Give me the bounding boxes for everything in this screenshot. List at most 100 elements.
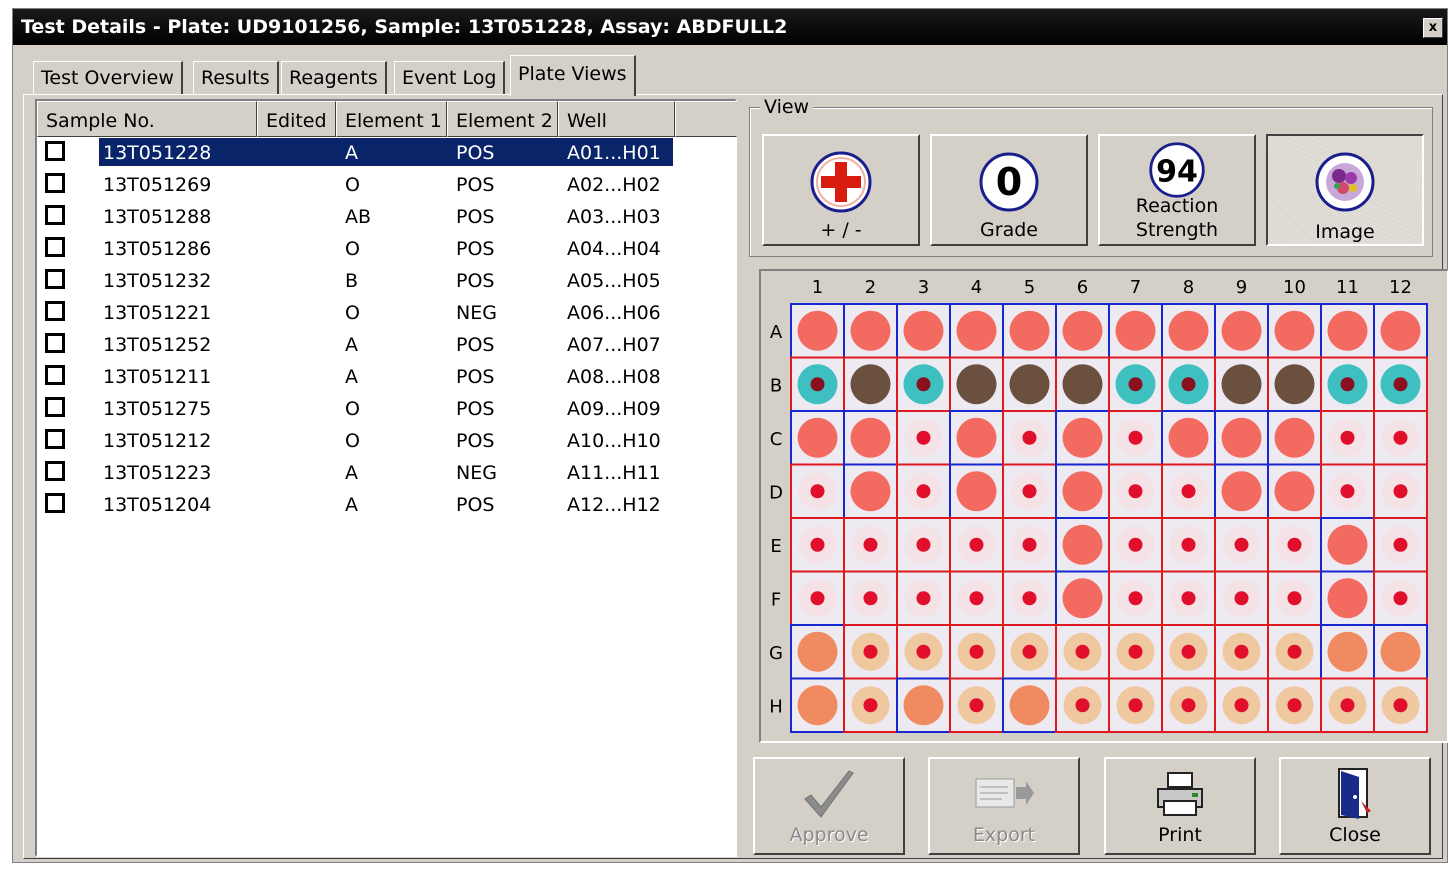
plate-well[interactable] [1267,624,1322,680]
sample-list[interactable]: Sample No. Edited Element 1 Element 2 We… [35,99,737,857]
plate-well[interactable] [1373,677,1428,733]
plate-well[interactable] [1161,463,1216,519]
plate-well[interactable] [1214,570,1269,626]
list-item[interactable]: 13T051223 A NEG A11...H11 [37,457,737,489]
plate-well[interactable] [1267,517,1322,573]
plate-well[interactable] [1267,463,1322,519]
row-checkbox[interactable] [45,365,65,385]
plate-well[interactable] [1161,677,1216,733]
plate-well[interactable] [1214,517,1269,573]
column-header-edited[interactable]: Edited [257,101,336,137]
plate-well[interactable] [1002,303,1057,359]
plate-well[interactable] [1055,624,1110,680]
tab-reagents[interactable]: Reagents [281,61,387,94]
list-item[interactable]: 13T051204 A POS A12...H12 [37,489,737,521]
column-header-element-1[interactable]: Element 1 [336,101,447,137]
plate-well[interactable] [1161,570,1216,626]
list-item[interactable]: 13T051228 A POS A01...H01 [37,137,737,169]
plate-well[interactable] [1161,624,1216,680]
plate-well[interactable] [1055,303,1110,359]
plate-well[interactable] [1108,356,1163,412]
plate-well[interactable] [1161,517,1216,573]
plate-well[interactable] [1320,356,1375,412]
plate-well[interactable] [1320,303,1375,359]
plate-well[interactable] [1002,677,1057,733]
plate-well[interactable] [949,517,1004,573]
plate-well[interactable] [1055,570,1110,626]
plate-well[interactable] [1002,624,1057,680]
plate-well[interactable] [1214,303,1269,359]
grade-view-button[interactable]: 0 Grade [930,134,1088,246]
plate-well[interactable] [1055,463,1110,519]
approve-button[interactable]: Approve [753,757,905,855]
plate-well[interactable] [1108,303,1163,359]
plate-well[interactable] [896,356,951,412]
plate-well[interactable] [1161,303,1216,359]
plate-well[interactable] [949,410,1004,466]
column-header-well[interactable]: Well [558,101,675,137]
plate-well[interactable] [1002,463,1057,519]
list-item[interactable]: 13T051211 A POS A08...H08 [37,361,737,393]
export-button[interactable]: Export [928,757,1080,855]
tab-event-log[interactable]: Event Log [394,61,506,94]
plate-well[interactable] [1373,463,1428,519]
row-checkbox[interactable] [45,333,65,353]
row-checkbox[interactable] [45,429,65,449]
plate-well[interactable] [1214,624,1269,680]
column-header-sample-no[interactable]: Sample No. [37,101,257,137]
row-checkbox[interactable] [45,141,65,161]
plate-well[interactable] [1108,410,1163,466]
plate-well[interactable] [949,463,1004,519]
plate-well[interactable] [843,463,898,519]
plate-well[interactable] [1373,624,1428,680]
plate-well[interactable] [843,303,898,359]
plate-well[interactable] [949,624,1004,680]
image-view-button[interactable]: Image [1266,134,1424,246]
plate-well[interactable] [896,677,951,733]
plate-well[interactable] [843,677,898,733]
plate-well[interactable] [1373,356,1428,412]
plate-well[interactable] [1108,517,1163,573]
plate-well[interactable] [896,463,951,519]
plus-minus-view-button[interactable]: + / - [762,134,920,246]
row-checkbox[interactable] [45,205,65,225]
plate-well[interactable] [1320,463,1375,519]
plate-well[interactable] [1320,624,1375,680]
list-item[interactable]: 13T051288 AB POS A03...H03 [37,201,737,233]
list-item[interactable]: 13T051275 O POS A09...H09 [37,393,737,425]
plate-well[interactable] [1267,410,1322,466]
row-checkbox[interactable] [45,173,65,193]
plate-well[interactable] [1373,303,1428,359]
plate-well[interactable] [1108,624,1163,680]
row-checkbox[interactable] [45,397,65,417]
plate-well[interactable] [790,410,845,466]
window-close-button[interactable]: x [1423,18,1443,38]
plate-well[interactable] [843,570,898,626]
plate-well[interactable] [1161,410,1216,466]
print-button[interactable]: Print [1104,757,1256,855]
plate-well[interactable] [949,356,1004,412]
plate-view[interactable]: 1 2 3 4 5 6 7 8 9 10 11 12 A B C D E F G H [759,269,1448,743]
tab-results[interactable]: Results [193,61,279,94]
plate-well[interactable] [1373,517,1428,573]
plate-well[interactable] [790,570,845,626]
plate-well[interactable] [1267,570,1322,626]
plate-well[interactable] [1267,303,1322,359]
plate-well[interactable] [1214,677,1269,733]
plate-well[interactable] [1055,410,1110,466]
plate-well[interactable] [896,303,951,359]
list-item[interactable]: 13T051212 O POS A10...H10 [37,425,737,457]
plate-well[interactable] [1108,677,1163,733]
row-checkbox[interactable] [45,493,65,513]
plate-well[interactable] [1320,570,1375,626]
plate-well[interactable] [1267,677,1322,733]
plate-well[interactable] [1002,570,1057,626]
row-checkbox[interactable] [45,237,65,257]
plate-well[interactable] [1108,570,1163,626]
column-header-element-2[interactable]: Element 2 [447,101,558,137]
plate-well[interactable] [1320,517,1375,573]
plate-well[interactable] [790,356,845,412]
plate-well[interactable] [949,303,1004,359]
plate-well[interactable] [1055,677,1110,733]
plate-well[interactable] [1214,410,1269,466]
